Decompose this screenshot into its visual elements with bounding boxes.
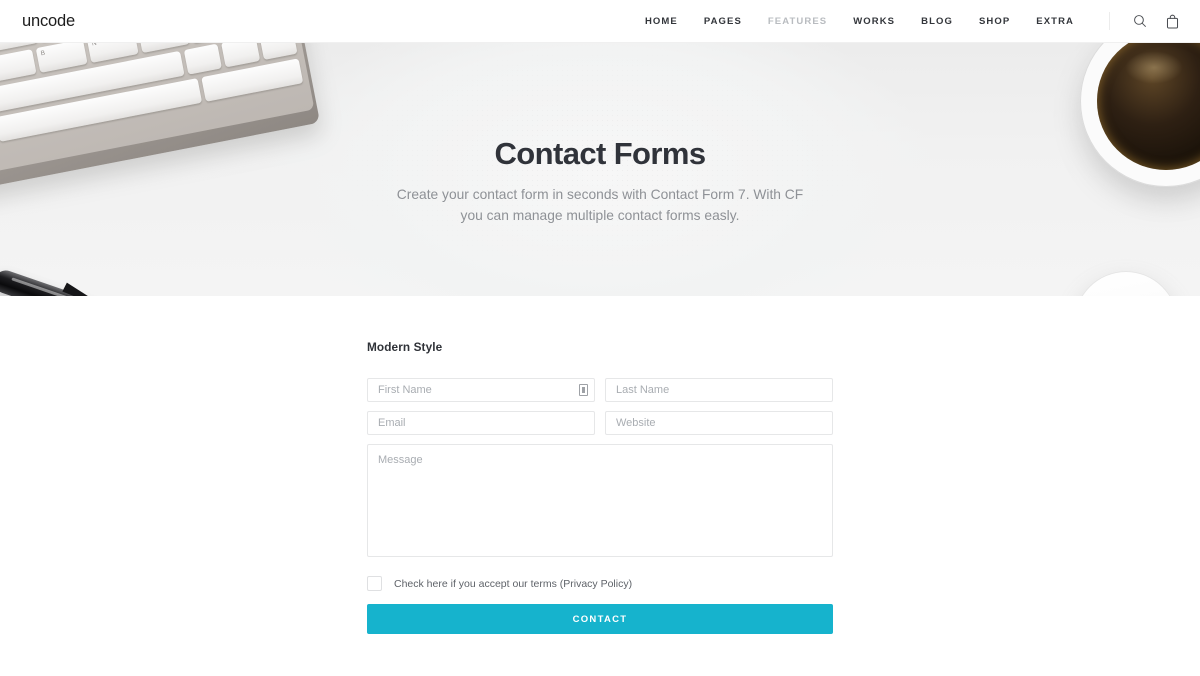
first-name-input[interactable] (367, 378, 595, 402)
shopping-bag-icon[interactable] (1164, 12, 1180, 30)
message-field-row (367, 444, 833, 562)
consent-label[interactable]: Check here if you accept our terms (Priv… (394, 578, 632, 590)
submit-button[interactable]: Contact (367, 604, 833, 634)
email-input[interactable] (367, 411, 595, 435)
contact-form-section: Modern Style Check here (0, 296, 1200, 634)
nav-item-features[interactable]: FEATURES (755, 16, 840, 27)
keyboard-key (221, 43, 260, 68)
nav-item-blog[interactable]: BLOG (908, 16, 966, 27)
key-label: N (91, 43, 98, 48)
keyboard-key (183, 43, 223, 75)
consent-row: Check here if you accept our terms (Priv… (367, 576, 833, 591)
nav-item-extra[interactable]: EXTRA (1023, 16, 1087, 27)
keyboard-key: B (35, 43, 88, 73)
keyboard-key (258, 43, 298, 61)
page-title: Contact Forms (494, 136, 707, 171)
hero-copy: Contact Forms Create your contact form i… (0, 135, 1200, 227)
nav-item-home[interactable]: HOME (632, 16, 691, 27)
first-name-indicator-icon (579, 384, 588, 396)
name-field-row (367, 378, 833, 402)
site-header: uncode HOME PAGES FEATURES WORKS BLOG SH… (0, 0, 1200, 43)
contact-form: Modern Style Check here (367, 340, 833, 634)
website-input[interactable] (605, 411, 833, 435)
first-name-field (367, 378, 595, 402)
last-name-field (605, 378, 833, 402)
message-field (367, 444, 833, 562)
header-tools (1109, 12, 1180, 30)
contact-field-row (367, 411, 833, 435)
website-field (605, 411, 833, 435)
email-field (367, 411, 595, 435)
form-heading: Modern Style (367, 340, 443, 354)
hero-section: D X C V B N M cmd (0, 43, 1200, 296)
keyboard-key: V (0, 49, 37, 83)
key-label: B (40, 49, 46, 58)
search-icon[interactable] (1132, 12, 1148, 30)
nav-item-pages[interactable]: PAGES (691, 16, 755, 27)
coffee-highlight (1124, 51, 1183, 85)
nav-item-works[interactable]: WORKS (840, 16, 908, 27)
consent-checkbox[interactable] (367, 576, 382, 591)
hero-subtitle: Create your contact form in seconds with… (396, 187, 804, 223)
message-textarea[interactable] (367, 444, 833, 557)
brand-logo[interactable]: uncode (22, 12, 75, 31)
last-name-input[interactable] (605, 378, 833, 402)
nav-item-shop[interactable]: SHOP (966, 16, 1023, 27)
main-navigation: HOME PAGES FEATURES WORKS BLOG SHOP EXTR… (632, 16, 1087, 27)
